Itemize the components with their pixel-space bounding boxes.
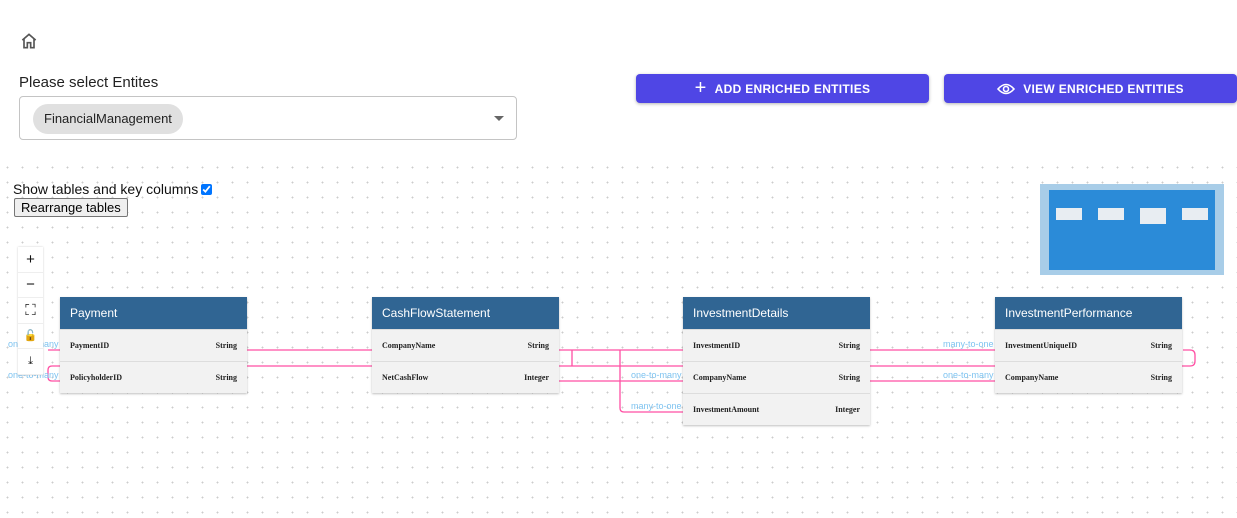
- table-row: InvestmentAmount Integer: [683, 393, 870, 425]
- zoom-in-icon[interactable]: +: [18, 247, 43, 273]
- table-cashflowstatement[interactable]: CashFlowStatement CompanyName String NetC…: [372, 297, 559, 393]
- table-investmentdetails[interactable]: InvestmentDetails InvestmentID String Com…: [683, 297, 870, 425]
- table-row: InvestmentUniqueID String: [995, 329, 1182, 361]
- edge-label: many-to-one: [631, 401, 682, 411]
- edge: [559, 349, 683, 366]
- edge-label: one-to-many: [631, 370, 682, 380]
- fit-view-icon[interactable]: ⛶: [18, 298, 43, 324]
- zoom-out-icon[interactable]: −: [18, 273, 43, 298]
- table-row: CompanyName String: [372, 329, 559, 361]
- diagram-controls: + − ⛶ 🔓 ⤓: [18, 247, 43, 375]
- table-payment[interactable]: Payment PaymentID String PolicyholderID St…: [60, 297, 247, 393]
- table-row: PaymentID String: [60, 329, 247, 361]
- edge-label: many-to-one: [943, 339, 994, 349]
- table-row: CompanyName String: [683, 361, 870, 393]
- edge-label: one-to-many: [943, 370, 994, 380]
- table-row: NetCashFlow Integer: [372, 361, 559, 393]
- lock-icon[interactable]: 🔓: [18, 324, 43, 349]
- minimap[interactable]: [1040, 184, 1224, 275]
- download-icon[interactable]: ⤓: [18, 349, 43, 375]
- table-row: InvestmentID String: [683, 329, 870, 361]
- table-investmentperformance[interactable]: InvestmentPerformance InvestmentUniqueID…: [995, 297, 1182, 393]
- table-row: CompanyName String: [995, 361, 1182, 393]
- table-row: PolicyholderID String: [60, 361, 247, 393]
